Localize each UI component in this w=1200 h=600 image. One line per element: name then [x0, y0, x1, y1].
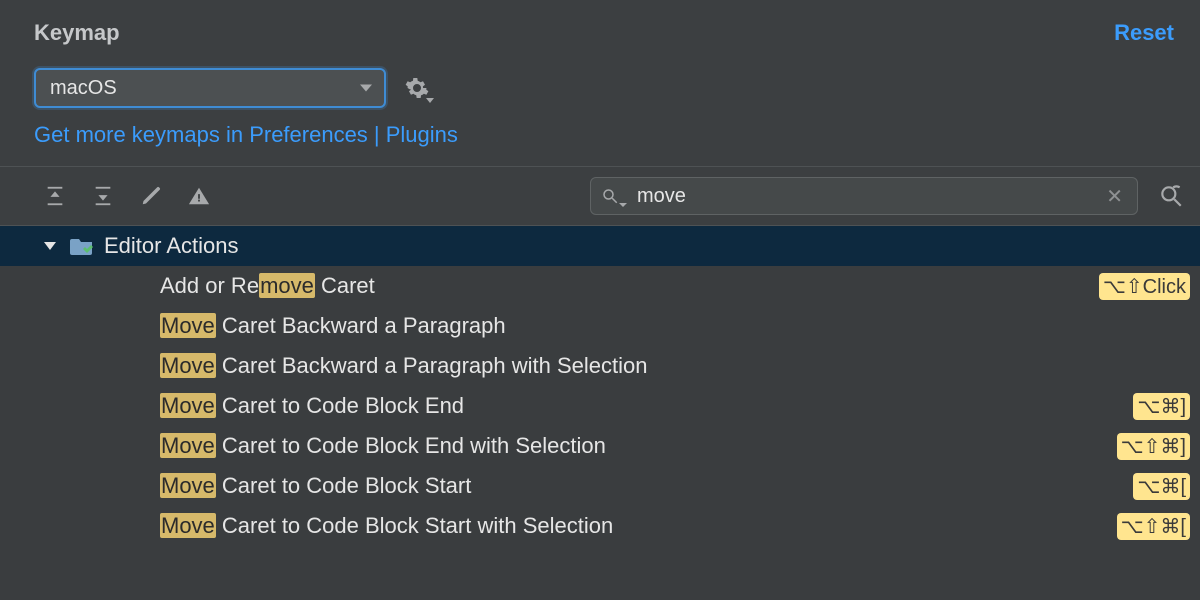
action-label: Move Caret to Code Block End [160, 393, 1125, 419]
clear-search-button[interactable]: ✕ [1102, 184, 1127, 209]
search-box[interactable]: ✕ [590, 177, 1138, 215]
reset-button[interactable]: Reset [1114, 20, 1174, 46]
search-highlight: Move [160, 513, 216, 538]
search-highlight: Move [160, 353, 216, 378]
actions-tree[interactable]: Editor Actions Add or Remove Caret ⌥⇧Clic… [0, 226, 1200, 600]
expand-all-button[interactable] [44, 185, 66, 207]
actions-list: Add or Remove Caret ⌥⇧Click Move Caret Bac… [0, 266, 1200, 546]
keymap-preferences-panel: Keymap Reset macOS Get more keymaps in P… [0, 0, 1200, 600]
folder-icon [70, 235, 94, 257]
action-row[interactable]: Move Caret Backward a Paragraph with Sel… [0, 346, 1200, 386]
search-highlight: Move [160, 473, 216, 498]
chevron-down-icon [44, 242, 56, 250]
action-label: Move Caret to Code Block Start [160, 473, 1125, 499]
action-row[interactable]: Move Caret to Code Block Start with Sele… [0, 506, 1200, 546]
pencil-icon [140, 185, 162, 207]
keymap-selector-row: macOS [0, 56, 1200, 114]
toolbar-icons [44, 185, 210, 207]
search-highlight: Move [160, 393, 216, 418]
keymap-settings-gear-button[interactable] [404, 75, 430, 101]
shortcut-badge: ⌥⇧⌘] [1117, 433, 1190, 460]
edit-shortcut-button[interactable] [140, 185, 162, 207]
tree-group-label: Editor Actions [104, 233, 239, 259]
chevron-down-icon [360, 85, 372, 92]
search-icon [601, 187, 619, 205]
show-conflicts-button[interactable] [188, 185, 210, 207]
keymap-dropdown[interactable]: macOS [34, 68, 386, 108]
collapse-all-icon [92, 185, 114, 207]
action-label: Move Caret to Code Block End with Select… [160, 433, 1109, 459]
tree-group-editor-actions[interactable]: Editor Actions [0, 226, 1200, 266]
chevron-down-icon [619, 203, 627, 207]
shortcut-badge: ⌥⇧Click [1099, 273, 1190, 300]
shortcut-badge: ⌥⇧⌘[ [1117, 513, 1190, 540]
warning-icon [188, 185, 210, 207]
action-label: Move Caret Backward a Paragraph with Sel… [160, 353, 1190, 379]
find-shortcut-icon [1158, 183, 1184, 209]
action-label: Add or Remove Caret [160, 273, 1091, 299]
expand-all-icon [44, 185, 66, 207]
page-title: Keymap [34, 20, 120, 46]
toolbar: ✕ [0, 167, 1200, 226]
search-highlight: Move [160, 433, 216, 458]
get-more-keymaps-link[interactable]: Get more keymaps in Preferences | Plugin… [0, 114, 1200, 166]
shortcut-badge: ⌥⌘] [1133, 393, 1190, 420]
header: Keymap Reset [0, 0, 1200, 56]
action-row[interactable]: Move Caret to Code Block End ⌥⌘] [0, 386, 1200, 426]
gear-icon [405, 76, 429, 100]
search-highlight: move [259, 273, 315, 298]
find-action-by-shortcut-button[interactable] [1156, 181, 1186, 211]
collapse-all-button[interactable] [92, 185, 114, 207]
chevron-down-icon [426, 98, 434, 103]
action-row[interactable]: Add or Remove Caret ⌥⇧Click [0, 266, 1200, 306]
shortcut-badge: ⌥⌘[ [1133, 473, 1190, 500]
action-label: Move Caret Backward a Paragraph [160, 313, 1190, 339]
search-input[interactable] [629, 184, 1092, 209]
action-row[interactable]: Move Caret to Code Block Start ⌥⌘[ [0, 466, 1200, 506]
keymap-dropdown-value: macOS [50, 77, 117, 100]
action-row[interactable]: Move Caret Backward a Paragraph [0, 306, 1200, 346]
action-row[interactable]: Move Caret to Code Block End with Select… [0, 426, 1200, 466]
search-highlight: Move [160, 313, 216, 338]
action-label: Move Caret to Code Block Start with Sele… [160, 513, 1109, 539]
